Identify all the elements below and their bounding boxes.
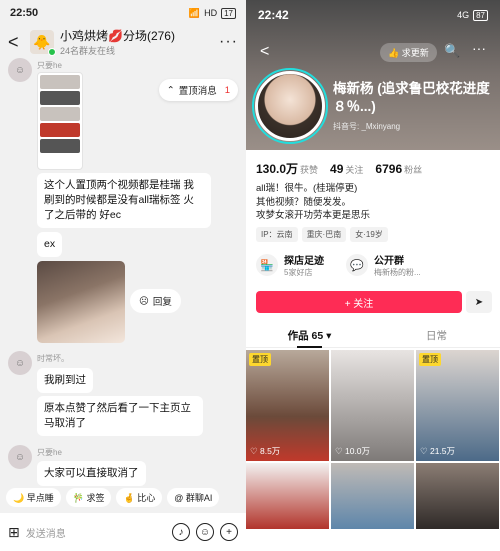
video-thumbnail[interactable] (416, 463, 499, 529)
stat-likes[interactable]: 130.0万 获赞 (256, 160, 318, 178)
message-bubble[interactable]: 我刷到过 (37, 368, 93, 393)
message-avatar[interactable]: ☺ (8, 58, 32, 82)
chat-panel: 22:50 📶 HD 17 < 🐥 小鸡烘烤💋分场(276) 24名群友在线 ·… (0, 0, 246, 551)
emoji-icon[interactable]: ☺ (196, 523, 214, 541)
view-count: ♡ 10.0万 (335, 446, 371, 456)
status-time: 22:42 (258, 8, 289, 22)
battery-icon: 87 (473, 9, 488, 21)
group-online-count: 24名群友在线 (60, 46, 116, 56)
back-icon[interactable]: < (260, 43, 269, 61)
tab-works[interactable]: 作品 65 ▾ (246, 322, 373, 348)
stat-following[interactable]: 49 关注 (330, 160, 363, 178)
sender-name: 只要he (37, 448, 62, 457)
online-dot (48, 48, 56, 56)
network-label: HD (204, 8, 218, 18)
chip-heart[interactable]: 🤞 比心 (116, 487, 163, 507)
message-bubble[interactable]: 这个人置顶两个视频都是桂瑞 我刷到的时候都是没有all瑞标签 火了之后带的 好e… (37, 173, 211, 228)
content-tabs: 作品 65 ▾ 日常 (246, 322, 500, 348)
status-icons: 📶 HD 17 (188, 7, 236, 19)
follow-button[interactable]: + 关注 (256, 291, 462, 313)
status-bar: 22:50 📶 HD 17 (0, 0, 246, 26)
tag-location: 重庆·巴南 (301, 227, 347, 242)
profile-tags: IP：云南 重庆·巴南 女·19岁 (256, 227, 388, 242)
network-label: 4G (457, 10, 470, 20)
share-icon[interactable]: ➤ (466, 291, 492, 313)
message-avatar[interactable]: ☺ (8, 445, 32, 469)
group-avatar[interactable]: 🐥 (30, 30, 56, 56)
tab-daily[interactable]: 日常 (373, 322, 500, 347)
message-bubble[interactable]: ex (37, 232, 63, 257)
profile-bio: all瑞！很牛。(桂瑞停更) 其他视频？随便发发。 攻梦女滚开功劳本更是思乐 (256, 183, 371, 221)
pinned-badge: 置顶 (249, 353, 271, 366)
video-thumbnail[interactable] (331, 463, 414, 529)
profile-handle: 抖音号: _Mxinyang (333, 122, 401, 131)
reply-label: 回复 (152, 297, 172, 308)
shop-footprint[interactable]: 🏪 探店足迹 5家好店 (256, 252, 324, 278)
profile-nickname: 梅新杨 (追求鲁巴校花进度８％...) (333, 81, 490, 114)
status-time: 22:50 (10, 7, 39, 19)
video-thumbnail[interactable]: 置顶 ♡ 8.5万 (246, 350, 329, 461)
sender-name: 时常坏。 (37, 354, 69, 363)
status-bar: 22:42 4G 87 (246, 8, 500, 22)
tag-ip: IP：云南 (256, 227, 298, 242)
profile-stats: 130.0万 获赞 49 关注 6796 粉丝 (256, 160, 422, 178)
wifi-icon: 📶 (188, 7, 201, 18)
chat-icon: 💬 (346, 254, 368, 276)
more-icon[interactable]: ··· (219, 33, 238, 51)
view-count: ♡ 21.5万 (420, 446, 456, 456)
video-grid: 置顶 ♡ 8.5万 ♡ 10.0万 置顶 ♡ 21.5万 (246, 350, 500, 529)
store-icon: 🏪 (256, 254, 278, 276)
group-title: 小鸡烘烤💋分场(276) (60, 29, 175, 43)
chip-group-ai[interactable]: @ 群聊AI (167, 487, 220, 507)
quick-chips: 🌙 早点睡 🎋 求签 🤞 比心 @ 群聊AI (0, 484, 246, 510)
public-group[interactable]: 💬 公开群 梅新杨的粉... (346, 252, 421, 278)
stat-followers[interactable]: 6796 粉丝 (375, 160, 422, 178)
profile-avatar[interactable] (255, 71, 325, 141)
thumbs-up-icon: 👍 (388, 48, 400, 58)
chat-header: < 🐥 小鸡烘烤💋分场(276) 24名群友在线 ··· (0, 26, 246, 58)
message-input[interactable]: 发送消息 (26, 525, 166, 540)
chip-fortune[interactable]: 🎋 求签 (65, 487, 112, 507)
pinned-badge: 置顶 (419, 353, 441, 366)
pinned-label: 置顶消息 (178, 86, 217, 97)
image-message[interactable] (37, 261, 125, 343)
back-icon[interactable]: < (8, 32, 30, 53)
message-avatar[interactable]: ☺ (8, 351, 32, 375)
profile-panel: 22:42 4G 87 < 👍 求更新 🔍 ··· 梅新杨 (追求鲁巴校花进度８… (246, 0, 500, 551)
view-count: ♡ 8.5万 (250, 446, 281, 456)
chevron-up-icon: ⌃ (166, 84, 175, 96)
message-bubble[interactable]: 大家可以直接取消了 (37, 461, 146, 486)
video-thumbnail[interactable]: ♡ 10.0万 (331, 350, 414, 461)
sender-name: 只要he (37, 61, 62, 70)
video-thumbnail[interactable]: 置顶 ♡ 21.5万 (416, 350, 499, 461)
more-icon[interactable]: ··· (472, 40, 486, 56)
request-update-button[interactable]: 👍 求更新 (380, 43, 437, 62)
emoji-icon: ☹ (139, 295, 149, 307)
message-input-bar: ⊞ 发送消息 ♪ ☺ + (0, 513, 246, 551)
chip-sleep[interactable]: 🌙 早点睡 (6, 487, 61, 507)
voice-icon[interactable]: ♪ (172, 523, 190, 541)
reply-button[interactable]: ☹ 回复 (130, 289, 181, 313)
message-bubble[interactable]: 原本点赞了然后看了一下主页立马取消了 (37, 396, 203, 436)
pinned-count: 1 (224, 84, 230, 96)
image-message[interactable] (37, 72, 83, 170)
video-thumbnail[interactable] (246, 463, 329, 529)
pinned-messages-button[interactable]: ⌃ 置顶消息 1 (158, 79, 238, 101)
apps-grid-icon[interactable]: ⊞ (8, 524, 20, 541)
tag-gender-age: 女·19岁 (350, 227, 388, 242)
battery-icon: 17 (221, 7, 236, 19)
add-icon[interactable]: + (220, 523, 238, 541)
search-icon[interactable]: 🔍 (444, 43, 460, 59)
